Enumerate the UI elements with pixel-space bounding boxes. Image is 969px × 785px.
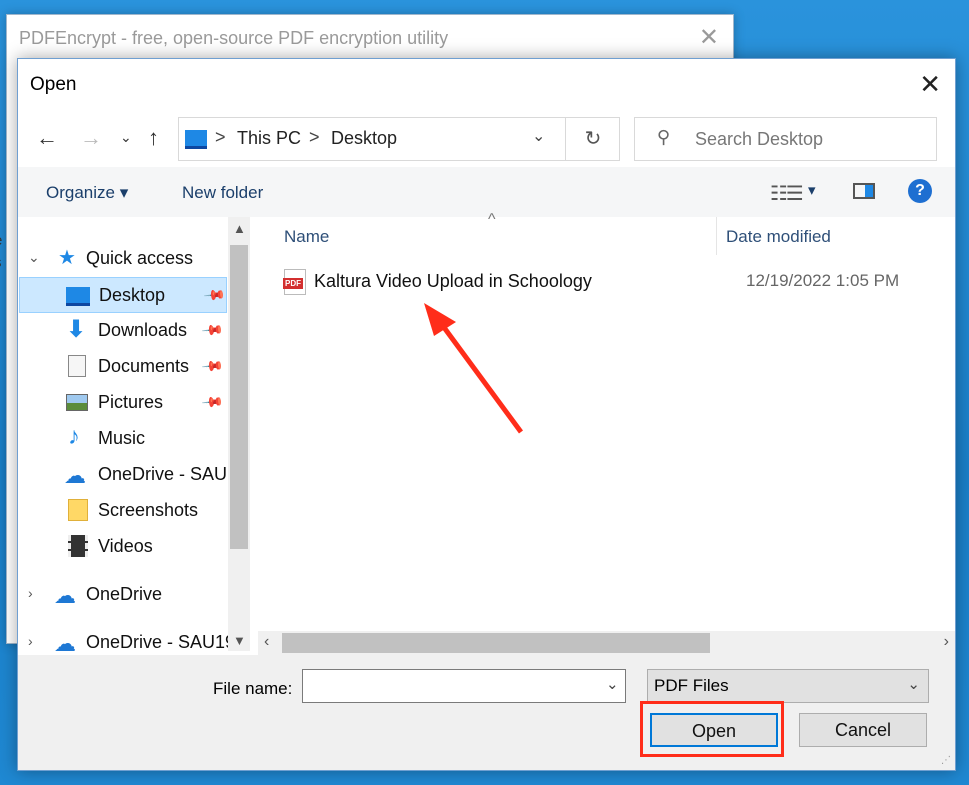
cloud-icon: ☁ [54, 583, 76, 608]
nav-item-onedrive-sau1[interactable]: ☁ OneDrive - SAU1 [18, 457, 237, 493]
breadcrumb-desktop[interactable]: Desktop [331, 128, 397, 149]
star-icon: ★ [58, 247, 76, 269]
nav-item-quick-access[interactable]: ⌄ ★ Quick access [18, 241, 226, 277]
scroll-thumb[interactable] [230, 245, 248, 549]
view-options-icon[interactable]: ☷☰ [770, 181, 804, 206]
scroll-left-arrow-icon[interactable]: ‹ [264, 633, 269, 651]
nav-item-pictures[interactable]: Pictures 📌 [18, 385, 226, 421]
file-row[interactable]: PDF Kaltura Video Upload in Schoology 12… [278, 269, 900, 295]
this-pc-icon [185, 130, 207, 149]
help-icon[interactable]: ? [908, 179, 932, 203]
videos-icon [68, 535, 88, 557]
nav-item-label: OneDrive - SAU1 [98, 464, 238, 484]
nav-item-documents[interactable]: Documents 📌 [18, 349, 226, 385]
cloud-icon: ☁ [64, 463, 86, 488]
open-button-highlight [640, 701, 784, 757]
folder-icon [68, 499, 88, 521]
horizontal-scroll-thumb[interactable] [282, 633, 710, 653]
navigation-pane: ⌄ ★ Quick access Desktop 📌 ⬇ Downloads 📌… [18, 217, 252, 656]
nav-item-label: Screenshots [98, 500, 199, 520]
collapse-chevron-icon[interactable]: ⌄ [28, 249, 40, 266]
nav-item-label: Pictures [98, 392, 164, 412]
navigation-row: ← → ⌄ ↑ > This PC > Desktop ⌄ ↻ ⚲ Search… [18, 115, 955, 163]
breadcrumb-separator: > [215, 127, 226, 147]
pin-icon: 📌 [201, 354, 225, 378]
app-close-button[interactable]: ✕ [699, 23, 719, 52]
documents-icon [68, 355, 86, 377]
breadcrumb-separator: > [309, 127, 320, 147]
address-bar[interactable]: > This PC > Desktop ⌄ ↻ [178, 117, 620, 161]
file-name-dropdown-chevron-icon[interactable]: ⌄ [606, 675, 619, 693]
file-date-modified: 12/19/2022 1:05 PM [746, 271, 900, 290]
open-dialog: Open ✕ ← → ⌄ ↑ > This PC > Desktop ⌄ ↻ ⚲… [17, 58, 956, 771]
search-icon: ⚲ [657, 127, 671, 147]
preview-pane-icon[interactable] [853, 183, 875, 199]
dialog-footer: File name: ⌄ PDF Files ⌄ Open Cancel ⋰ [18, 655, 955, 770]
file-type-chevron-icon: ⌄ [907, 676, 920, 693]
cancel-button[interactable]: Cancel [799, 713, 927, 747]
app-partial-text: e s [0, 230, 2, 274]
nav-item-label: Desktop [99, 285, 166, 305]
forward-arrow-icon[interactable]: → [80, 125, 102, 151]
nav-pane-scrollbar[interactable]: ▲ ▼ [228, 217, 250, 651]
file-list: ^ Name Date modified PDF Kaltura Video U… [258, 211, 955, 629]
new-folder-button[interactable]: New folder [182, 183, 263, 203]
nav-item-label: OneDrive [86, 584, 163, 604]
view-dropdown-chevron-icon[interactable]: ▾ [808, 181, 816, 199]
column-header-name[interactable]: Name [284, 227, 329, 247]
search-box[interactable]: ⚲ Search Desktop [634, 117, 937, 161]
pin-icon: 📌 [203, 283, 227, 307]
file-name[interactable]: Kaltura Video Upload in Schoology [314, 271, 592, 292]
nav-item-label: OneDrive - SAU19 [86, 632, 236, 652]
download-icon: ⬇ [66, 316, 87, 343]
nav-item-videos[interactable]: Videos [18, 529, 226, 565]
nav-item-label: Documents [98, 356, 190, 376]
organize-button[interactable]: Organize ▾ [46, 183, 128, 203]
pdf-icon: PDF [283, 269, 306, 295]
music-icon: ♪ [68, 423, 80, 450]
column-divider[interactable] [716, 217, 717, 255]
nav-item-label: Downloads [98, 320, 188, 340]
resize-grip-icon[interactable]: ⋰ [941, 755, 951, 766]
expand-chevron-icon[interactable]: › [28, 585, 33, 601]
column-header-date-modified[interactable]: Date modified [726, 227, 831, 247]
up-arrow-icon[interactable]: ↑ [148, 125, 159, 151]
cloud-icon: ☁ [54, 631, 76, 656]
nav-item-desktop[interactable]: Desktop 📌 [19, 277, 227, 313]
dialog-title: Open [30, 74, 77, 95]
sort-ascending-icon: ^ [488, 211, 496, 228]
file-name-label: File name: [213, 679, 293, 698]
scroll-right-arrow-icon[interactable]: › [944, 633, 949, 651]
search-placeholder[interactable]: Search Desktop [695, 129, 823, 150]
nav-item-onedrive[interactable]: › ☁ OneDrive [18, 577, 226, 613]
nav-item-label: Videos [98, 536, 153, 556]
nav-item-music[interactable]: ♪ Music [18, 421, 226, 457]
file-type-select[interactable]: PDF Files ⌄ [647, 669, 929, 703]
nav-item-downloads[interactable]: ⬇ Downloads 📌 [18, 313, 226, 349]
app-window-title: PDFEncrypt - free, open-source PDF encry… [19, 28, 449, 48]
address-dropdown-chevron-icon[interactable]: ⌄ [532, 126, 545, 146]
horizontal-scrollbar[interactable]: ‹ › [258, 631, 955, 655]
expand-chevron-icon[interactable]: › [28, 633, 33, 649]
nav-item-screenshots[interactable]: Screenshots [18, 493, 226, 529]
back-arrow-icon[interactable]: ← [36, 125, 58, 151]
pictures-icon [66, 394, 88, 411]
recent-locations-chevron-icon[interactable]: ⌄ [120, 129, 132, 146]
scroll-down-arrow-icon[interactable]: ▼ [233, 633, 246, 648]
scroll-up-arrow-icon[interactable]: ▲ [233, 221, 246, 236]
pin-icon: 📌 [201, 318, 225, 342]
breadcrumb-this-pc[interactable]: This PC [237, 128, 301, 149]
command-toolbar: Organize ▾ New folder ☷☰ ▾ ? [18, 167, 955, 217]
refresh-icon[interactable]: ↻ [565, 118, 620, 160]
desktop-icon [66, 287, 90, 306]
dialog-close-button[interactable]: ✕ [919, 69, 941, 100]
nav-item-label: Quick access [86, 248, 194, 268]
nav-item-label: Music [98, 428, 146, 448]
pin-icon: 📌 [201, 390, 225, 414]
file-name-input[interactable] [302, 669, 626, 703]
file-type-value: PDF Files [654, 676, 729, 695]
